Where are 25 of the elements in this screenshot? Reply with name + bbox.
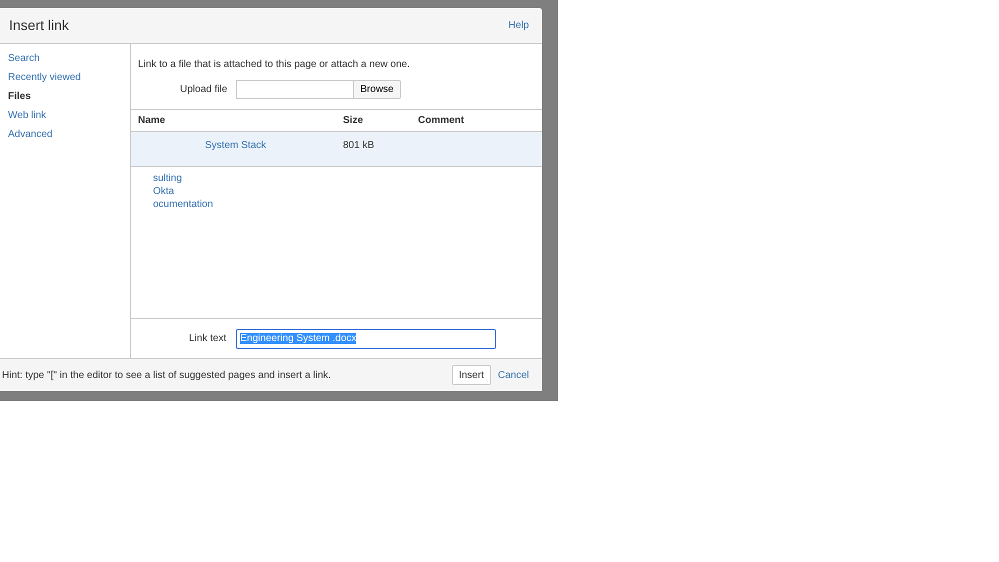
column-header: Comment bbox=[418, 115, 464, 126]
column-header: Name bbox=[138, 115, 166, 126]
file-row[interactable]: System Stack 801 kB bbox=[131, 132, 542, 167]
file-name-link[interactable]: System Stack bbox=[205, 140, 266, 151]
browse-button[interactable]: Browse bbox=[353, 80, 401, 99]
insert-button[interactable]: Insert bbox=[452, 365, 491, 385]
instruction-text: Link to a file that is attached to this page or attach a new one. bbox=[138, 58, 411, 72]
page-link[interactable]: ocumentation bbox=[153, 199, 214, 211]
dialog-title: Insert link bbox=[9, 17, 69, 34]
hint-text: Hint: type "[" in the editor to see a list of suggested pages and insert a link. bbox=[2, 368, 332, 382]
sidebar-item[interactable]: Search bbox=[8, 52, 40, 65]
upload-file-field[interactable] bbox=[236, 80, 354, 99]
sidebar-item[interactable]: Files bbox=[8, 90, 31, 103]
link-text-label: Link text bbox=[189, 332, 226, 346]
page-link[interactable]: sulting bbox=[153, 173, 182, 185]
sidebar-item[interactable]: Advanced bbox=[8, 128, 52, 141]
page-link[interactable]: Okta bbox=[153, 186, 174, 198]
file-size: 801 kB bbox=[343, 140, 374, 151]
upload-label: Upload file bbox=[180, 83, 228, 97]
link-text-field[interactable]: Engineering System .docx bbox=[236, 328, 496, 348]
cancel-link[interactable]: Cancel bbox=[498, 368, 529, 382]
sidebar-item[interactable]: Recently viewed bbox=[8, 71, 81, 84]
sidebar-item[interactable]: Web link bbox=[8, 109, 46, 122]
help-link[interactable]: Help bbox=[508, 18, 529, 33]
column-header: Size bbox=[343, 115, 364, 126]
